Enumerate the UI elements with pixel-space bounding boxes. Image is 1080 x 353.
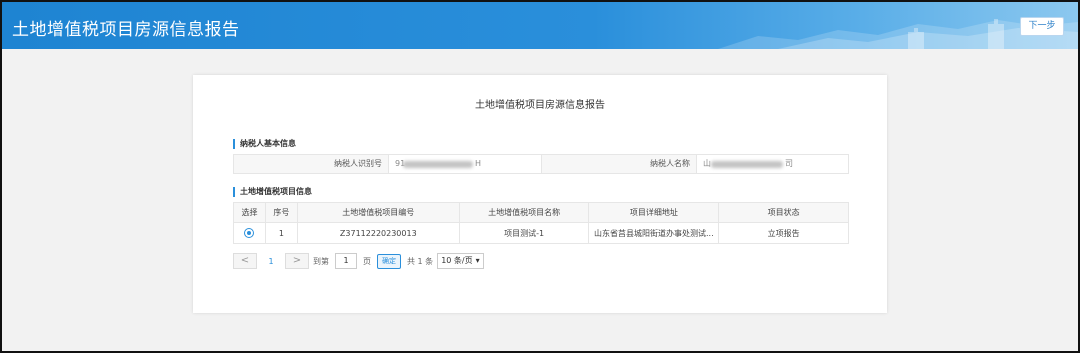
column-header-address: 项目详细地址 — [588, 202, 720, 223]
address-cell: 山东省莒县城阳街道办事处测试... — [588, 222, 720, 244]
taxpayer-info-table: 纳税人识别号 91 H 纳税人名称 山 司 — [233, 154, 849, 174]
status-cell: 立项报告 — [718, 222, 849, 244]
pagination: < 1 > 到第 1 页 确定 共 1 条 10 条/页 ▾ — [233, 252, 484, 270]
project-section-heading: 土地增值税项目信息 — [233, 187, 312, 197]
total-count: 共 1 条 — [407, 256, 434, 266]
table-header-row: 选择 序号 土地增值税项目编号 土地增值税项目名称 项目详细地址 项目状态 — [233, 202, 849, 223]
taxpayer-name-suffix: 司 — [785, 159, 793, 168]
taxpayer-name-prefix: 山 — [703, 159, 711, 168]
column-header-project-no: 土地增值税项目编号 — [296, 202, 460, 223]
page-size-value: 10 条/页 — [441, 256, 473, 265]
index-cell: 1 — [264, 222, 298, 244]
goto-label: 到第 — [313, 256, 329, 266]
prev-page-button[interactable]: < — [233, 253, 257, 269]
redaction-blur — [711, 161, 783, 168]
redaction-blur — [403, 161, 473, 168]
select-cell — [233, 222, 266, 244]
report-title: 土地增值税项目房源信息报告 — [475, 100, 605, 111]
taxpayer-name-value: 山 司 — [696, 155, 848, 173]
app-frame: 土地增值税项目房源信息报告 下一步 土地增值税项目房源信息报告 纳税人基本信息 … — [2, 2, 1078, 351]
page-number-current[interactable]: 1 — [257, 257, 285, 266]
column-header-status: 项目状态 — [718, 202, 849, 223]
taxpayer-section-heading: 纳税人基本信息 — [233, 139, 296, 149]
header-bar: 土地增值税项目房源信息报告 下一步 — [2, 2, 1078, 49]
header-title: 土地增值税项目房源信息报告 — [12, 20, 240, 40]
project-table: 选择 序号 土地增值税项目编号 土地增值税项目名称 项目详细地址 项目状态 1 … — [233, 202, 849, 244]
page-size-select[interactable]: 10 条/页 ▾ — [437, 253, 484, 269]
project-no-cell: Z37112220230013 — [296, 222, 460, 244]
column-header-index: 序号 — [264, 202, 298, 223]
next-page-button[interactable]: > — [285, 253, 309, 269]
taxpayer-id-label: 纳税人识别号 — [234, 155, 388, 173]
goto-page-input[interactable]: 1 — [335, 253, 357, 269]
next-step-button[interactable]: 下一步 — [1020, 17, 1064, 36]
table-row[interactable]: 1 Z37112220230013 项目测试-1 山东省莒县城阳街道办事处测试.… — [233, 222, 849, 244]
row-select-radio[interactable] — [244, 228, 255, 238]
column-header-project-name: 土地增值税项目名称 — [458, 202, 590, 223]
taxpayer-id-value: 91 H — [388, 155, 542, 173]
column-header-select: 选择 — [233, 202, 266, 223]
taxpayer-name-label: 纳税人名称 — [542, 155, 696, 173]
taxpayer-id-suffix: H — [475, 159, 482, 168]
goto-confirm-button[interactable]: 确定 — [377, 253, 401, 269]
chevron-down-icon: ▾ — [475, 256, 480, 265]
report-card: 土地增值税项目房源信息报告 纳税人基本信息 纳税人识别号 91 H 纳税人名称 … — [193, 75, 887, 313]
page-unit-label: 页 — [363, 256, 371, 266]
project-name-cell: 项目测试-1 — [458, 222, 590, 244]
